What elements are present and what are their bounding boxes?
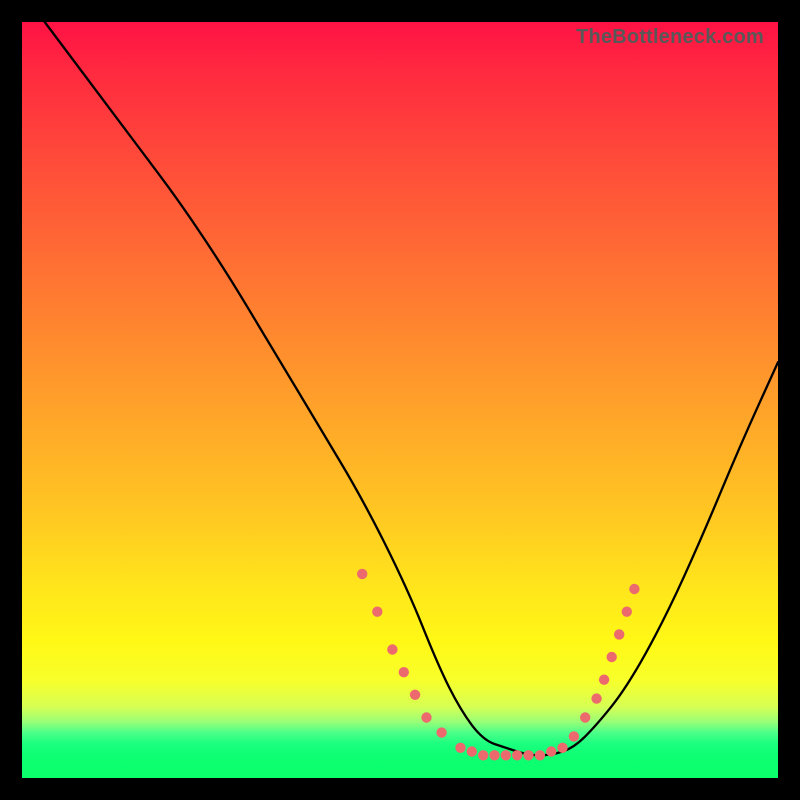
sample-dot <box>580 712 590 722</box>
sample-dot <box>535 750 545 760</box>
sample-dot <box>614 629 624 639</box>
plot-area: TheBottleneck.com <box>22 22 778 778</box>
sample-dot <box>467 746 477 756</box>
sample-dot <box>399 667 409 677</box>
sample-dot <box>622 607 632 617</box>
sample-dot <box>357 569 367 579</box>
sample-dot <box>421 712 431 722</box>
sample-dot <box>523 750 533 760</box>
sample-dot <box>607 652 617 662</box>
sample-dot <box>569 731 579 741</box>
sample-dot <box>436 727 446 737</box>
sample-dot <box>455 743 465 753</box>
sample-dot <box>387 644 397 654</box>
figure-frame: TheBottleneck.com <box>0 0 800 800</box>
sample-dot <box>372 607 382 617</box>
sample-dot <box>501 750 511 760</box>
curve-sample-dots <box>22 22 778 778</box>
sample-dot <box>591 693 601 703</box>
sample-dot <box>546 746 556 756</box>
sample-dot <box>557 743 567 753</box>
sample-dot <box>478 750 488 760</box>
sample-dot <box>629 584 639 594</box>
sample-dot <box>599 675 609 685</box>
sample-dot <box>489 750 499 760</box>
sample-dot <box>512 750 522 760</box>
sample-dot <box>410 690 420 700</box>
